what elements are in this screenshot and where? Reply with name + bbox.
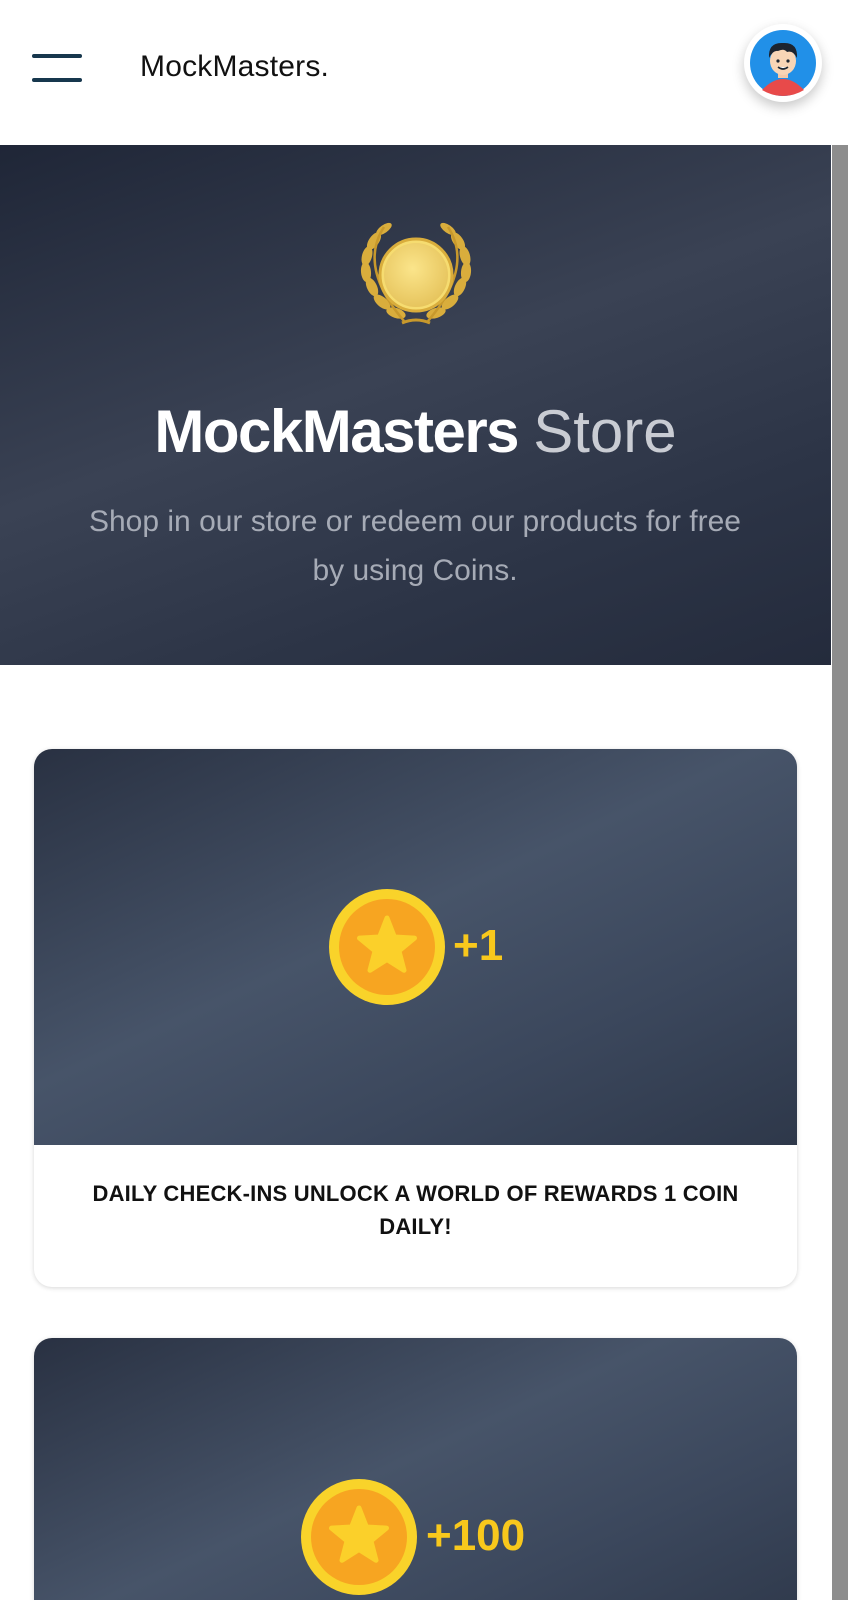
brand-logo-text[interactable]: MockMasters. <box>140 50 329 84</box>
laurel-wreath-coin-icon <box>360 222 472 325</box>
page-scrollbar[interactable] <box>831 145 849 1600</box>
page-title: MockMasters Store <box>0 397 831 466</box>
menu-line <box>32 54 82 58</box>
title-bold: MockMasters <box>154 398 519 465</box>
card-media: +100 <box>34 1338 797 1600</box>
page-subtitle: Shop in our store or redeem our products… <box>88 505 741 587</box>
top-bar: MockMasters. <box>0 0 849 145</box>
menu-line <box>32 78 82 82</box>
reward-card-daily-checkin[interactable]: +1 DAILY CHECK-INS UNLOCK A WORLD OF REW… <box>34 749 797 1287</box>
reward-card-bonus[interactable]: +100 <box>34 1338 797 1600</box>
card-description: DAILY CHECK-INS UNLOCK A WORLD OF REWARD… <box>92 1181 739 1239</box>
card-media: +1 <box>34 749 797 1145</box>
star-coin-icon <box>301 1479 417 1595</box>
store-hero-banner: MockMasters Store Shop in our store or r… <box>0 145 831 665</box>
user-avatar-icon[interactable] <box>744 24 822 102</box>
title-light: Store <box>533 398 677 465</box>
hamburger-icon[interactable] <box>32 52 84 84</box>
avatar-illustration <box>750 30 816 96</box>
coin-amount: +100 <box>426 1511 526 1560</box>
star-coin-icon <box>329 889 445 1005</box>
scrollbar-thumb[interactable] <box>832 145 848 1600</box>
coin-amount: +1 <box>453 921 504 970</box>
